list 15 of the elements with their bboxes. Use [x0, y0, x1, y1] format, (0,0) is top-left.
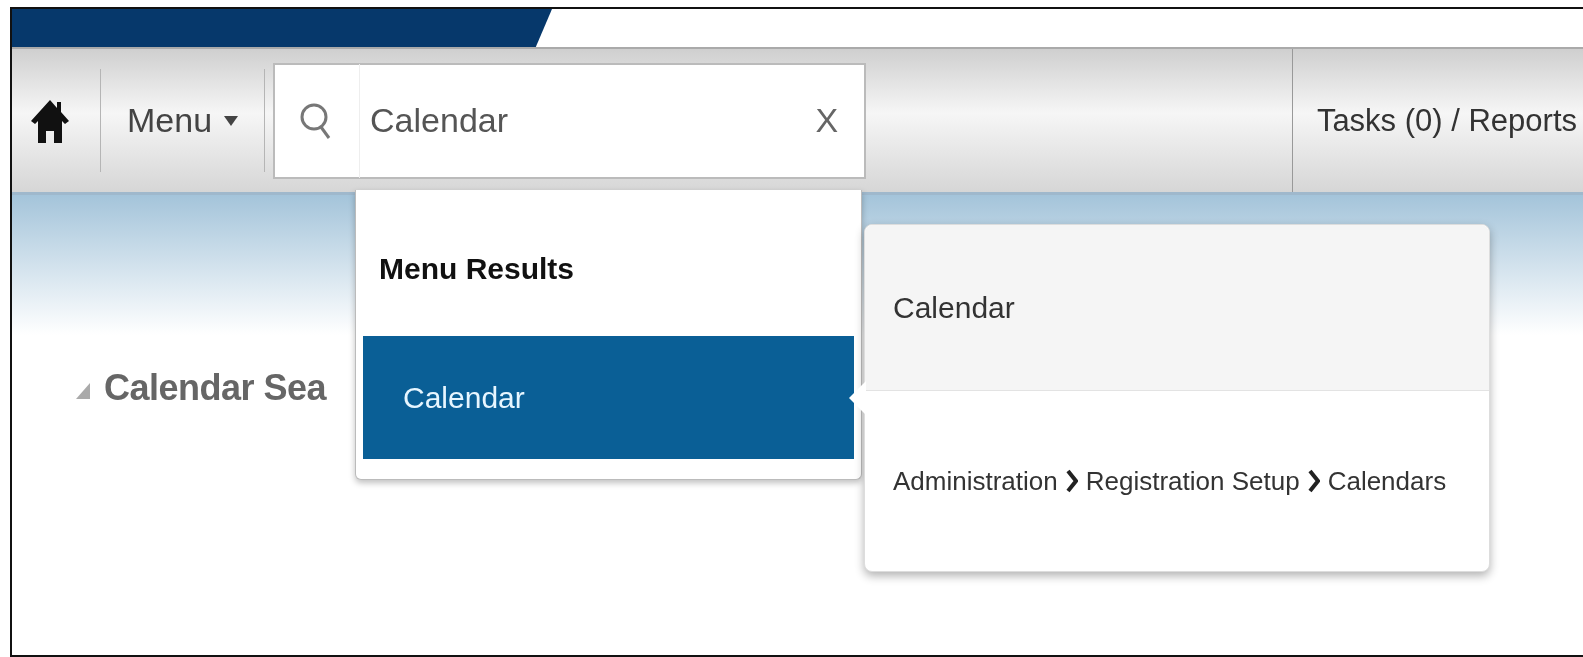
breadcrumb-item: Calendars [1327, 465, 1447, 497]
search-field[interactable]: Calendar X [273, 62, 867, 179]
chevron-icon [1065, 469, 1078, 493]
caret-icon [224, 115, 239, 126]
search-input[interactable]: Calendar [359, 63, 810, 178]
tasks-reports-link[interactable]: Tasks (0) / Reports [1292, 101, 1583, 140]
menu-button[interactable]: Menu [101, 101, 265, 140]
page-heading: Calendar Sea [104, 367, 327, 409]
chevron-icon [1307, 469, 1320, 493]
detail-title: Calendar [893, 290, 1015, 325]
results-heading: Menu Results [378, 251, 576, 287]
breadcrumb-item: Registration Setup [1085, 465, 1300, 497]
result-item[interactable]: Calendar [363, 336, 854, 459]
breadcrumb-item: Administration [893, 465, 1058, 497]
clear-button[interactable]: X [809, 101, 845, 140]
